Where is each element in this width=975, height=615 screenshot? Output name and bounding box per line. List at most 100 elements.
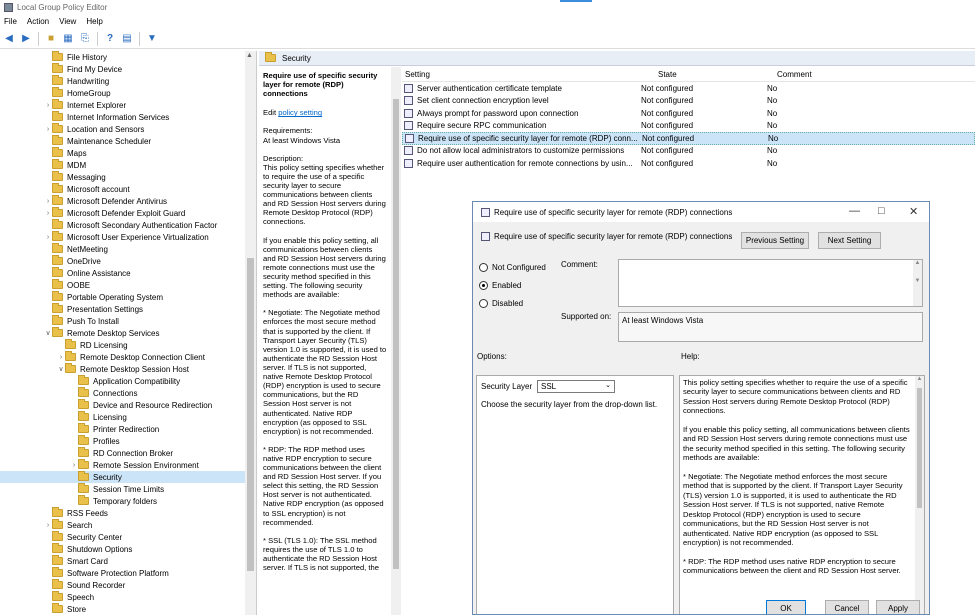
chevron-right-icon[interactable]: › <box>44 126 52 133</box>
radio-enabled[interactable]: Enabled <box>479 281 521 290</box>
tree-item[interactable]: Microsoft Secondary Authentication Facto… <box>0 219 256 231</box>
tree-item[interactable]: Store <box>0 603 256 615</box>
next-setting-button[interactable]: Next Setting <box>818 232 881 249</box>
scroll-up-icon[interactable]: ▲ <box>246 52 253 59</box>
radio-circle[interactable] <box>479 281 488 290</box>
tree-item[interactable]: HomeGroup <box>0 87 256 99</box>
filter-icon[interactable]: ▼ <box>145 32 159 46</box>
table-row[interactable]: Server authentication certificate templa… <box>402 82 975 95</box>
previous-setting-button[interactable]: Previous Setting <box>741 232 809 249</box>
tree-item[interactable]: › Internet Explorer <box>0 99 256 111</box>
tree-item[interactable]: ∨ Remote Desktop Session Host <box>0 363 256 375</box>
tree-item[interactable]: NetMeeting <box>0 243 256 255</box>
menu-action[interactable]: Action <box>27 17 49 26</box>
tree-item[interactable]: Presentation Settings <box>0 303 256 315</box>
security-layer-select[interactable]: SSL ⌄ <box>537 380 615 393</box>
tree-item[interactable]: › Microsoft User Experience Virtualizatio… <box>0 231 256 243</box>
tree-item[interactable]: › Remote Session Environment <box>0 459 256 471</box>
tree-item[interactable]: Security <box>0 471 256 483</box>
tree-item[interactable]: MDM <box>0 159 256 171</box>
tree-item[interactable]: Maintenance Scheduler <box>0 135 256 147</box>
table-row[interactable]: Require use of specific security layer f… <box>402 132 975 145</box>
tree-item[interactable]: Internet Information Services <box>0 111 256 123</box>
menu-file[interactable]: File <box>4 17 17 26</box>
tree-item[interactable]: Device and Resource Redirection <box>0 399 256 411</box>
tree-item[interactable]: › Remote Desktop Connection Client <box>0 351 256 363</box>
table-row[interactable]: Require secure RPC communication Not conf… <box>402 120 975 133</box>
tree-item[interactable]: Maps <box>0 147 256 159</box>
radio-circle[interactable] <box>479 299 488 308</box>
tree-item[interactable]: Security Center <box>0 531 256 543</box>
tree-item[interactable]: Push To Install <box>0 315 256 327</box>
tree-item[interactable]: ∨ Remote Desktop Services <box>0 327 256 339</box>
apply-button[interactable]: Apply <box>876 600 920 614</box>
tree-item[interactable]: Online Assistance <box>0 267 256 279</box>
show-hide-tree-icon[interactable]: ▦ <box>61 32 75 46</box>
ok-button[interactable]: OK <box>766 600 806 614</box>
tree-item[interactable]: Session Time Limits <box>0 483 256 495</box>
column-comment[interactable]: Comment <box>747 70 812 79</box>
tree-item[interactable]: › Location and Sensors <box>0 123 256 135</box>
chevron-right-icon[interactable]: › <box>70 462 78 469</box>
tree-item[interactable]: Profiles <box>0 435 256 447</box>
tree-item[interactable]: Licensing <box>0 411 256 423</box>
tree-item[interactable]: Handwriting <box>0 75 256 87</box>
comment-scrollbar[interactable]: ▲ ▼ <box>913 260 922 306</box>
table-row[interactable]: Require user authentication for remote c… <box>402 157 975 170</box>
tree-item[interactable]: › Microsoft Defender Exploit Guard <box>0 207 256 219</box>
tree-item[interactable]: Sound Recorder <box>0 579 256 591</box>
minimize-icon[interactable]: — <box>849 205 860 217</box>
tree-item[interactable]: Application Compatibility <box>0 375 256 387</box>
tree-item[interactable]: Connections <box>0 387 256 399</box>
radio-not-configured[interactable]: Not Configured <box>479 263 546 272</box>
maximize-icon[interactable]: □ <box>878 205 885 217</box>
chevron-right-icon[interactable]: › <box>44 210 52 217</box>
tree-item[interactable]: Smart Card <box>0 555 256 567</box>
export-list-icon[interactable]: ⎘ <box>78 32 92 46</box>
chevron-down-icon[interactable]: ∨ <box>44 329 52 337</box>
tree-item[interactable]: Find My Device <box>0 63 256 75</box>
tree-item[interactable]: Temporary folders <box>0 495 256 507</box>
menu-view[interactable]: View <box>59 17 76 26</box>
close-icon[interactable]: ✕ <box>909 205 918 218</box>
tree-item[interactable]: Printer Redirection <box>0 423 256 435</box>
tree-item[interactable]: › Microsoft Defender Antivirus <box>0 195 256 207</box>
back-arrow-icon[interactable]: ◀ <box>2 32 16 46</box>
comment-textarea[interactable]: ▲ ▼ <box>618 259 923 307</box>
description-scrollbar[interactable] <box>391 67 401 615</box>
radio-disabled[interactable]: Disabled <box>479 299 523 308</box>
tree-item[interactable]: Portable Operating System <box>0 291 256 303</box>
menu-help[interactable]: Help <box>86 17 102 26</box>
radio-circle[interactable] <box>479 263 488 272</box>
chevron-right-icon[interactable]: › <box>44 522 52 529</box>
cancel-button[interactable]: Cancel <box>825 600 869 614</box>
tree-item[interactable]: RD Connection Broker <box>0 447 256 459</box>
table-row[interactable]: Do not allow local administrators to cus… <box>402 145 975 158</box>
help-scrollbar[interactable]: ▲ <box>915 376 924 614</box>
up-folder-icon[interactable]: ■ <box>44 32 58 46</box>
tree-item[interactable]: OneDrive <box>0 255 256 267</box>
table-row[interactable]: Always prompt for password upon connecti… <box>402 107 975 120</box>
column-setting[interactable]: Setting <box>402 70 638 79</box>
column-state[interactable]: State <box>638 70 747 79</box>
chevron-right-icon[interactable]: › <box>44 102 52 109</box>
chevron-down-icon[interactable]: ∨ <box>57 365 65 373</box>
tree-item[interactable]: OOBE <box>0 279 256 291</box>
forward-arrow-icon[interactable]: ▶ <box>19 32 33 46</box>
tree-item[interactable]: Messaging <box>0 171 256 183</box>
help-icon[interactable]: ? <box>103 32 117 46</box>
tree-item[interactable]: RSS Feeds <box>0 507 256 519</box>
tree-item[interactable]: RD Licensing <box>0 339 256 351</box>
chevron-right-icon[interactable]: › <box>44 234 52 241</box>
tree-item[interactable]: Speech <box>0 591 256 603</box>
tree-scrollbar[interactable]: ▲ <box>245 51 256 615</box>
scrollbar-thumb[interactable] <box>393 99 399 569</box>
properties-icon[interactable]: ▤ <box>120 32 134 46</box>
chevron-right-icon[interactable]: › <box>57 354 65 361</box>
tree-item[interactable]: Microsoft account <box>0 183 256 195</box>
tree-item[interactable]: Software Protection Platform <box>0 567 256 579</box>
tree-item[interactable]: File History <box>0 51 256 63</box>
chevron-right-icon[interactable]: › <box>44 198 52 205</box>
edit-policy-link[interactable]: policy setting <box>278 108 322 117</box>
tree-item[interactable]: › Search <box>0 519 256 531</box>
